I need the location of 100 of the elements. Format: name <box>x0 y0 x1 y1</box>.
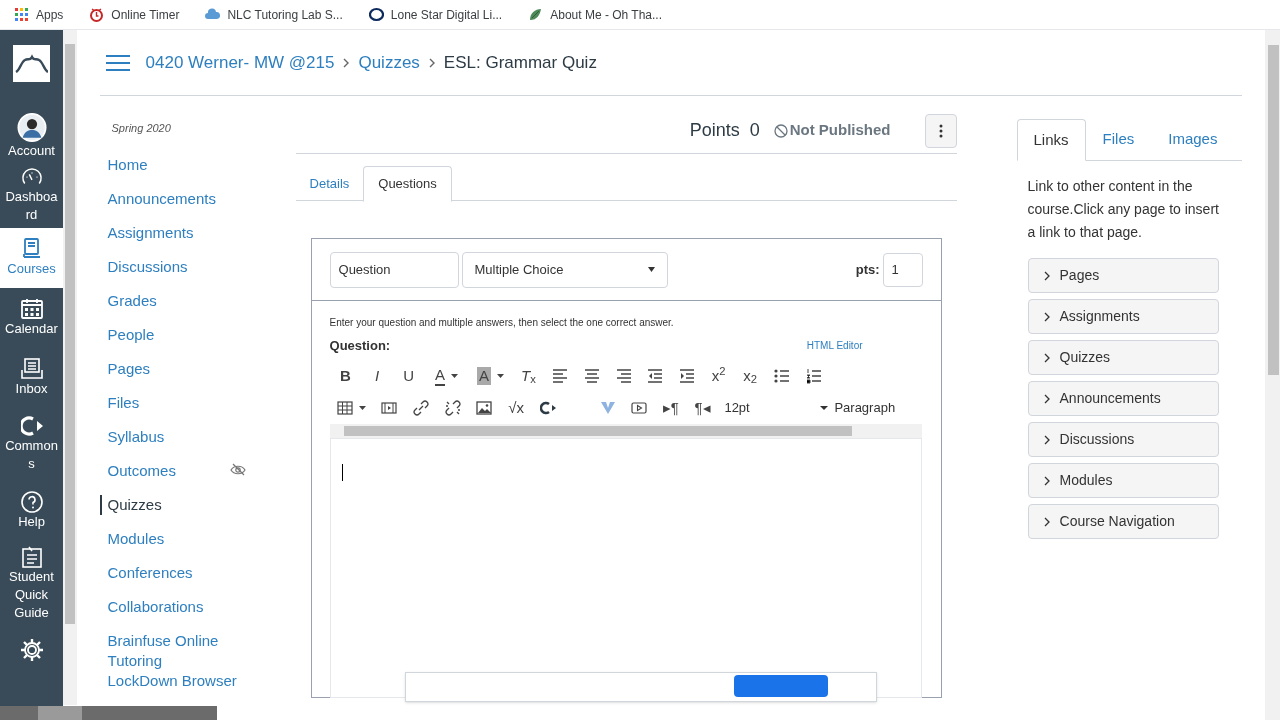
link-section-header[interactable]: Quizzes <box>1027 340 1219 375</box>
apps-grid-icon <box>14 7 29 22</box>
tab[interactable]: Questions <box>363 166 452 202</box>
avatar <box>14 113 49 142</box>
publish-status: Not Published <box>789 120 891 141</box>
link-section-header[interactable]: Course Navigation <box>1027 504 1219 539</box>
leaf-icon <box>528 7 544 22</box>
logo[interactable] <box>13 45 50 82</box>
course-nav-link[interactable]: Brainfuse Online Tutoring <box>99 630 230 671</box>
toolbar-button[interactable]: x$^{2}$ <box>702 362 735 389</box>
share-arrow-icon <box>539 399 556 416</box>
toolbar-button[interactable]: ¶◂ <box>686 394 719 421</box>
v-shape-icon <box>599 399 616 416</box>
scrollbar[interactable] <box>63 30 77 705</box>
scrollbar[interactable] <box>0 706 217 720</box>
points-field[interactable]: 1 <box>882 252 923 287</box>
tab[interactable]: Links <box>1016 119 1086 161</box>
link-section-header[interactable]: Assignments <box>1027 299 1219 334</box>
numbered-list-icon <box>805 367 822 384</box>
tab[interactable]: Details <box>295 166 364 201</box>
kebab-icon <box>938 123 943 138</box>
course-nav-link[interactable]: People <box>99 324 159 345</box>
course-nav-link[interactable]: Files <box>99 392 144 413</box>
global-nav-item[interactable]: Help <box>0 480 63 542</box>
points-label: Points <box>689 119 740 142</box>
font-select[interactable]: 12pt <box>718 394 829 421</box>
bookmark[interactable]: NLC Tutoring Lab S... <box>205 5 343 24</box>
menu-icon[interactable] <box>105 53 130 72</box>
global-nav-item[interactable]: Student Quick Guide <box>0 542 63 626</box>
commons-arrow-icon <box>20 415 43 437</box>
global-nav-item[interactable]: Account <box>0 109 63 164</box>
course-nav-link[interactable]: Pages <box>99 358 155 379</box>
caret-icon <box>451 373 459 378</box>
points-value: 0 <box>749 119 760 142</box>
toolbar-button[interactable]: A <box>468 362 513 389</box>
course-nav-link[interactable]: Home <box>99 154 152 175</box>
book-icon <box>20 238 43 260</box>
global-nav-item[interactable]: Courses <box>0 228 63 288</box>
toolbar-button[interactable]: ▸¶ <box>655 394 687 421</box>
course-nav-link[interactable]: Discussions <box>99 256 192 277</box>
link-icon <box>413 399 430 416</box>
course-nav-link[interactable]: Syllabus <box>99 426 169 447</box>
bookmark[interactable]: Lone Star Digital Li... <box>368 5 503 24</box>
points-label: pts: <box>855 260 880 279</box>
toolbar-button[interactable]: x$_{2}$ <box>734 362 767 389</box>
global-nav-item[interactable]: Common s <box>0 408 63 480</box>
question-label: Question: <box>329 337 391 355</box>
image-icon <box>476 399 493 416</box>
play-video-icon <box>631 399 648 416</box>
link-section-header[interactable]: Modules <box>1027 463 1219 498</box>
course-nav-link[interactable]: Announcements <box>99 188 220 209</box>
bullet-list-icon <box>773 367 790 384</box>
course-nav-link[interactable]: Modules <box>99 528 169 549</box>
film-icon <box>381 399 398 416</box>
question-name-field[interactable]: Question <box>329 251 459 288</box>
course-nav-link[interactable]: Collaborations <box>99 596 208 617</box>
toolbar-button[interactable]: √x <box>500 394 532 421</box>
link-section-header[interactable]: Pages <box>1027 258 1219 293</box>
course-nav-link[interactable]: Conferences <box>99 562 197 583</box>
course-nav-link[interactable]: LockDown Browser <box>99 670 241 691</box>
toolbar-button[interactable]: B <box>329 362 362 389</box>
align-center-icon <box>583 367 600 384</box>
tab[interactable]: Images <box>1151 119 1235 160</box>
link-section-header[interactable]: Discussions <box>1027 422 1219 457</box>
chevron-right-icon <box>342 57 351 68</box>
tab[interactable]: Files <box>1085 119 1152 160</box>
panel-description: Link to other content in the course.Click any page to insert a link to that page. <box>1026 177 1220 242</box>
unpublished-icon <box>773 123 788 138</box>
bookmark[interactable]: Apps <box>14 5 64 24</box>
text-cursor <box>341 463 343 481</box>
font-select[interactable]: Paragraph <box>828 394 896 421</box>
toolbar-button[interactable]: T$_{x}$ <box>512 362 545 389</box>
bookmark[interactable]: About Me - Oh Tha... <box>528 5 663 24</box>
align-right-icon <box>615 367 632 384</box>
help-icon <box>20 491 43 513</box>
toolbar-button[interactable]: I <box>361 362 393 389</box>
global-nav-item[interactable]: Calendar <box>0 288 63 348</box>
ring-icon <box>368 7 384 22</box>
course-nav-link[interactable]: Assignments <box>99 222 198 243</box>
settings-icon[interactable] <box>19 638 44 662</box>
course-nav-link[interactable]: Outcomes <box>99 460 180 481</box>
outdent-icon <box>647 367 664 384</box>
html-editor-link[interactable]: HTML Editor <box>806 338 863 354</box>
breadcrumb-link[interactable]: 0420 Werner- MW @215 <box>145 49 335 76</box>
indent-icon <box>678 367 695 384</box>
toolbar-button[interactable]: U <box>392 362 425 389</box>
question-type-select[interactable]: Multiple Choice <box>461 251 668 288</box>
cloud-icon <box>205 7 221 22</box>
course-nav-link[interactable]: Quizzes <box>99 494 166 515</box>
course-nav-link[interactable]: Grades <box>99 290 161 311</box>
global-nav-item[interactable]: Inbox <box>0 348 63 408</box>
bookmark[interactable]: Online Timer <box>89 5 180 24</box>
scrollbar[interactable] <box>1264 30 1280 720</box>
instructions-text: Enter your question and multiple answers, then select the one correct answer. <box>329 316 675 330</box>
breadcrumb-link[interactable]: Quizzes <box>358 49 420 76</box>
link-section-header[interactable]: Announcements <box>1027 381 1219 416</box>
caret-icon <box>647 267 655 272</box>
toolbar-button[interactable]: A <box>424 362 469 389</box>
chevron-right-icon <box>427 57 436 68</box>
global-nav-item[interactable]: Dashboa rd <box>0 164 63 228</box>
